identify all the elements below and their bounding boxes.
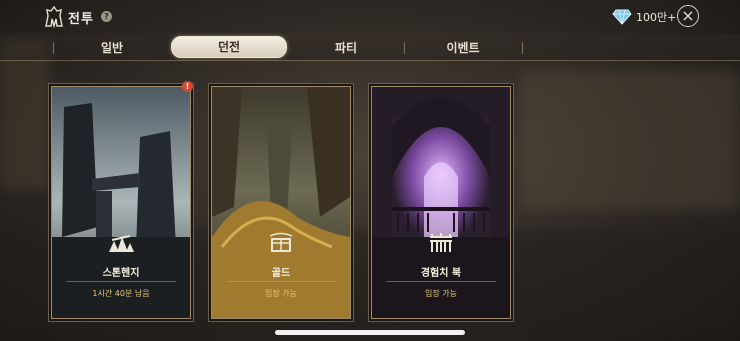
card-status: 입장 가능 [265, 289, 297, 298]
gold-chest-icon [269, 232, 293, 252]
alert-badge: ! [182, 81, 193, 92]
home-indicator[interactable] [275, 330, 465, 335]
battle-emblem-icon [45, 6, 63, 28]
page-title: 전투 [68, 12, 94, 27]
dungeon-card-gold[interactable]: 골드 입장 가능 [211, 86, 351, 319]
stonehenge-artwork [52, 87, 190, 318]
diamond-icon [612, 9, 632, 25]
gold-artwork [212, 87, 350, 318]
background-shelf-right [520, 70, 740, 210]
card-status: 입장 가능 [425, 289, 457, 298]
currency-value[interactable]: 100만+ [636, 9, 676, 25]
tab-event[interactable]: 이벤트 [404, 39, 522, 56]
card-status: 1시간 40분 남음 [92, 289, 150, 298]
card-divider [386, 281, 496, 282]
exp-book-artwork [372, 87, 510, 318]
card-divider [226, 281, 336, 282]
help-icon[interactable]: ? [101, 11, 112, 22]
card-name: 경험치 북 [420, 268, 462, 279]
tab-party[interactable]: 파티 [287, 39, 405, 56]
top-bar: 전투 ? 100만+ × [0, 0, 740, 34]
tab-normal[interactable]: 일반 [53, 39, 171, 56]
card-name: 스톤헨지 [102, 268, 140, 279]
card-name: 골드 [271, 268, 291, 279]
tab-dungeon[interactable]: 던전 [171, 36, 287, 58]
background-shelf-left [0, 40, 50, 190]
dungeon-card-stonehenge[interactable]: 스톤헨지 1시간 40분 남음 [51, 86, 191, 319]
dungeon-card-exp-book[interactable]: 경험치 북 입장 가능 [371, 86, 511, 319]
card-divider [66, 281, 176, 282]
tab-separator [522, 42, 523, 54]
stonehenge-icon [109, 235, 134, 252]
tab-bar: 일반 던전 파티 이벤트 [0, 34, 740, 61]
close-button[interactable]: × [677, 5, 699, 27]
gate-icon [430, 233, 452, 252]
